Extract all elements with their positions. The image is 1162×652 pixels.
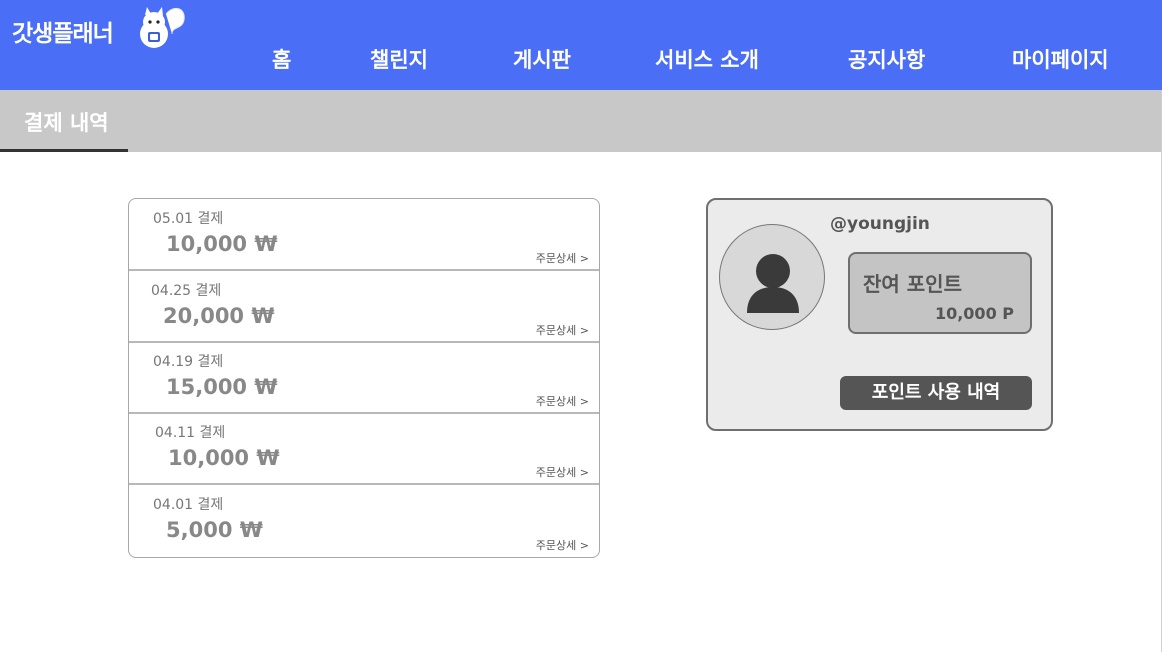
payment-date: 05.01 결제 <box>153 211 224 227</box>
tab-payment-history[interactable]: 결제 내역 <box>0 90 128 152</box>
payment-amount: 20,000 ₩ <box>163 304 275 328</box>
order-detail-link[interactable]: 주문상세 > <box>536 322 589 338</box>
nav-service-intro[interactable]: 서비스 소개 <box>655 44 759 74</box>
payment-date: 04.19 결제 <box>153 354 224 370</box>
payment-row: 04.01 결제 5,000 ₩ 주문상세 > <box>129 485 599 557</box>
profile-card: @youngjin 잔여 포인트 10,000 P 포인트 사용 내역 <box>706 198 1053 431</box>
payment-amount: 10,000 ₩ <box>166 232 278 256</box>
order-detail-link[interactable]: 주문상세 > <box>536 250 589 266</box>
payment-date: 04.01 결제 <box>153 497 224 513</box>
page-title: 결제 내역 <box>24 111 109 135</box>
payment-history-list: 05.01 결제 10,000 ₩ 주문상세 > 04.25 결제 20,000… <box>128 198 600 558</box>
username: @youngjin <box>830 214 930 234</box>
nav-challenge[interactable]: 챌린지 <box>370 44 428 74</box>
user-silhouette-icon <box>747 254 799 313</box>
sub-header-bar: 결제 내역 <box>0 90 1162 152</box>
point-history-button[interactable]: 포인트 사용 내역 <box>840 376 1032 410</box>
nav-mypage[interactable]: 마이페이지 <box>1012 44 1109 74</box>
payment-row: 04.25 결제 20,000 ₩ 주문상세 > <box>129 271 599 343</box>
order-detail-link[interactable]: 주문상세 > <box>536 537 589 553</box>
payment-amount: 5,000 ₩ <box>166 518 263 542</box>
order-detail-link[interactable]: 주문상세 > <box>536 393 589 409</box>
payment-row: 04.19 결제 15,000 ₩ 주문상세 > <box>129 342 599 414</box>
payment-date: 04.11 결제 <box>155 425 226 441</box>
avatar <box>719 224 825 330</box>
nav-home[interactable]: 홈 <box>272 44 291 74</box>
payment-row: 04.11 결제 10,000 ₩ 주문상세 > <box>129 413 599 485</box>
nav-board[interactable]: 게시판 <box>513 44 571 74</box>
payment-row: 05.01 결제 10,000 ₩ 주문상세 > <box>129 199 599 271</box>
points-value: 10,000 P <box>934 304 1014 323</box>
squirrel-mascot-icon <box>140 7 185 48</box>
top-navigation-bar: 갓생플래너 홈 챌린지 게시판 서비스 소개 공지사항 마이페이지 <box>0 0 1162 90</box>
app-logo-text[interactable]: 갓생플래너 <box>12 14 114 48</box>
payment-date: 04.25 결제 <box>151 283 222 299</box>
order-detail-link[interactable]: 주문상세 > <box>536 464 589 480</box>
remaining-points-box: 잔여 포인트 10,000 P <box>848 252 1032 334</box>
payment-amount: 15,000 ₩ <box>166 375 278 399</box>
payment-amount: 10,000 ₩ <box>168 446 280 470</box>
points-label: 잔여 포인트 <box>863 272 962 296</box>
nav-notice[interactable]: 공지사항 <box>848 44 925 74</box>
